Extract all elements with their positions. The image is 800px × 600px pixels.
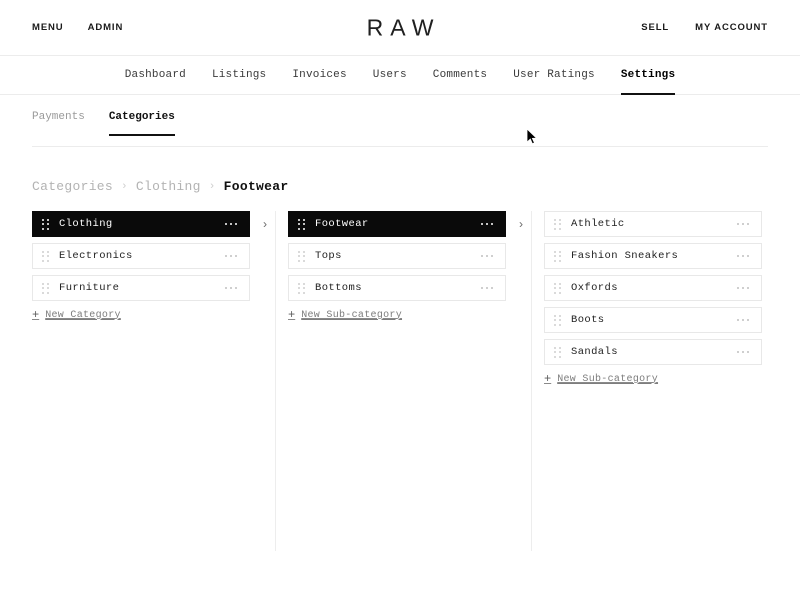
settings-sub-tabs: Payments Categories [0,111,800,147]
list-item[interactable]: Fashion Sneakers [544,243,762,269]
overflow-menu-icon[interactable] [224,286,237,290]
list-item-label: Furniture [59,282,120,294]
drag-handle-icon[interactable] [554,218,562,230]
drag-handle-icon[interactable] [298,218,306,230]
list-item-label: Oxfords [571,282,618,294]
new-sub-category-link[interactable]: + New Sub-category [288,309,506,321]
footwear-subcategories-column: Athletic Fashion Sneakers Oxfords Boots … [544,211,762,385]
list-item-label: Electronics [59,250,133,262]
nav-item-users[interactable]: Users [373,56,407,95]
breadcrumb-separator-icon: › [208,180,216,193]
list-item-label: Bottoms [315,282,362,294]
list-item[interactable]: Electronics [32,243,250,269]
list-item[interactable]: Clothing › [32,211,269,237]
list-item[interactable]: Athletic [544,211,762,237]
overflow-menu-icon[interactable] [736,222,749,226]
overflow-menu-icon[interactable] [736,318,749,322]
plus-icon: + [544,372,552,386]
tab-payments[interactable]: Payments [32,111,85,136]
breadcrumb-item-footwear: Footwear [223,179,289,194]
header-right-links: SELL MY ACCOUNT [641,22,800,33]
list-item[interactable]: Bottoms [288,275,506,301]
drag-handle-icon[interactable] [298,282,306,294]
list-item-label: Tops [315,250,342,262]
brand-logo[interactable]: RAW [360,14,441,41]
nav-item-dashboard[interactable]: Dashboard [125,56,186,95]
breadcrumb-item-categories[interactable]: Categories [32,179,113,194]
breadcrumb-separator-icon: › [121,180,128,193]
drag-handle-icon[interactable] [42,282,50,294]
overflow-menu-icon[interactable] [224,222,237,226]
new-sub-category-link[interactable]: + New Sub-category [544,373,762,385]
column-divider [531,211,532,551]
tab-categories[interactable]: Categories [108,111,175,136]
list-item-label: Athletic [571,218,625,230]
overflow-menu-icon[interactable] [736,254,749,258]
new-category-link[interactable]: + New Category [32,309,250,321]
plus-icon: + [288,308,296,322]
list-item-label: Footwear [315,218,369,230]
column-divider [275,211,276,551]
list-item[interactable]: Sandals [544,339,762,365]
menu-link[interactable]: MENU [32,22,64,33]
nav-item-comments[interactable]: Comments [433,56,487,95]
overflow-menu-icon[interactable] [480,254,493,258]
drag-handle-icon[interactable] [298,250,306,262]
categories-column: Clothing › Electronics Furniture + New C… [32,211,269,321]
nav-item-invoices[interactable]: Invoices [292,56,346,95]
list-item[interactable]: Boots [544,307,762,333]
drag-handle-icon[interactable] [554,282,562,294]
overflow-menu-icon[interactable] [480,222,493,226]
nav-item-listings[interactable]: Listings [212,56,266,95]
top-header: MENU ADMIN RAW SELL MY ACCOUNT [0,0,800,56]
new-sub-category-label: New Sub-category [557,373,659,385]
drag-handle-icon[interactable] [42,250,50,262]
list-item-label: Clothing [59,218,113,230]
header-left-links: MENU ADMIN [0,22,123,33]
breadcrumb-item-clothing[interactable]: Clothing [136,179,201,194]
chevron-right-icon[interactable]: › [259,218,271,232]
plus-icon: + [32,308,40,322]
category-columns: Clothing › Electronics Furniture + New C… [0,211,800,551]
drag-handle-icon[interactable] [554,346,562,358]
subcategories-column: Footwear › Tops Bottoms + New Sub-catego… [288,211,525,321]
list-item-label: Fashion Sneakers [571,250,679,262]
chevron-right-icon[interactable]: › [515,218,527,232]
overflow-menu-icon[interactable] [224,254,237,258]
drag-handle-icon[interactable] [42,218,50,230]
list-item[interactable]: Furniture [32,275,250,301]
list-item-label: Sandals [571,346,618,358]
drag-handle-icon[interactable] [554,314,562,326]
list-item[interactable]: Tops [288,243,506,269]
my-account-link[interactable]: MY ACCOUNT [695,22,768,33]
nav-item-settings[interactable]: Settings [620,56,676,95]
admin-link[interactable]: ADMIN [88,22,124,33]
new-sub-category-label: New Sub-category [301,309,403,321]
list-item-label: Boots [571,314,605,326]
drag-handle-icon[interactable] [554,250,562,262]
overflow-menu-icon[interactable] [736,350,749,354]
overflow-menu-icon[interactable] [736,286,749,290]
overflow-menu-icon[interactable] [480,286,493,290]
sell-link[interactable]: SELL [641,22,669,33]
list-item[interactable]: Oxfords [544,275,762,301]
new-category-label: New Category [45,309,121,321]
nav-item-user-ratings[interactable]: User Ratings [513,56,595,95]
list-item[interactable]: Footwear › [288,211,525,237]
main-navigation: Dashboard Listings Invoices Users Commen… [0,56,800,95]
breadcrumb: Categories › Clothing › Footwear [0,179,800,194]
